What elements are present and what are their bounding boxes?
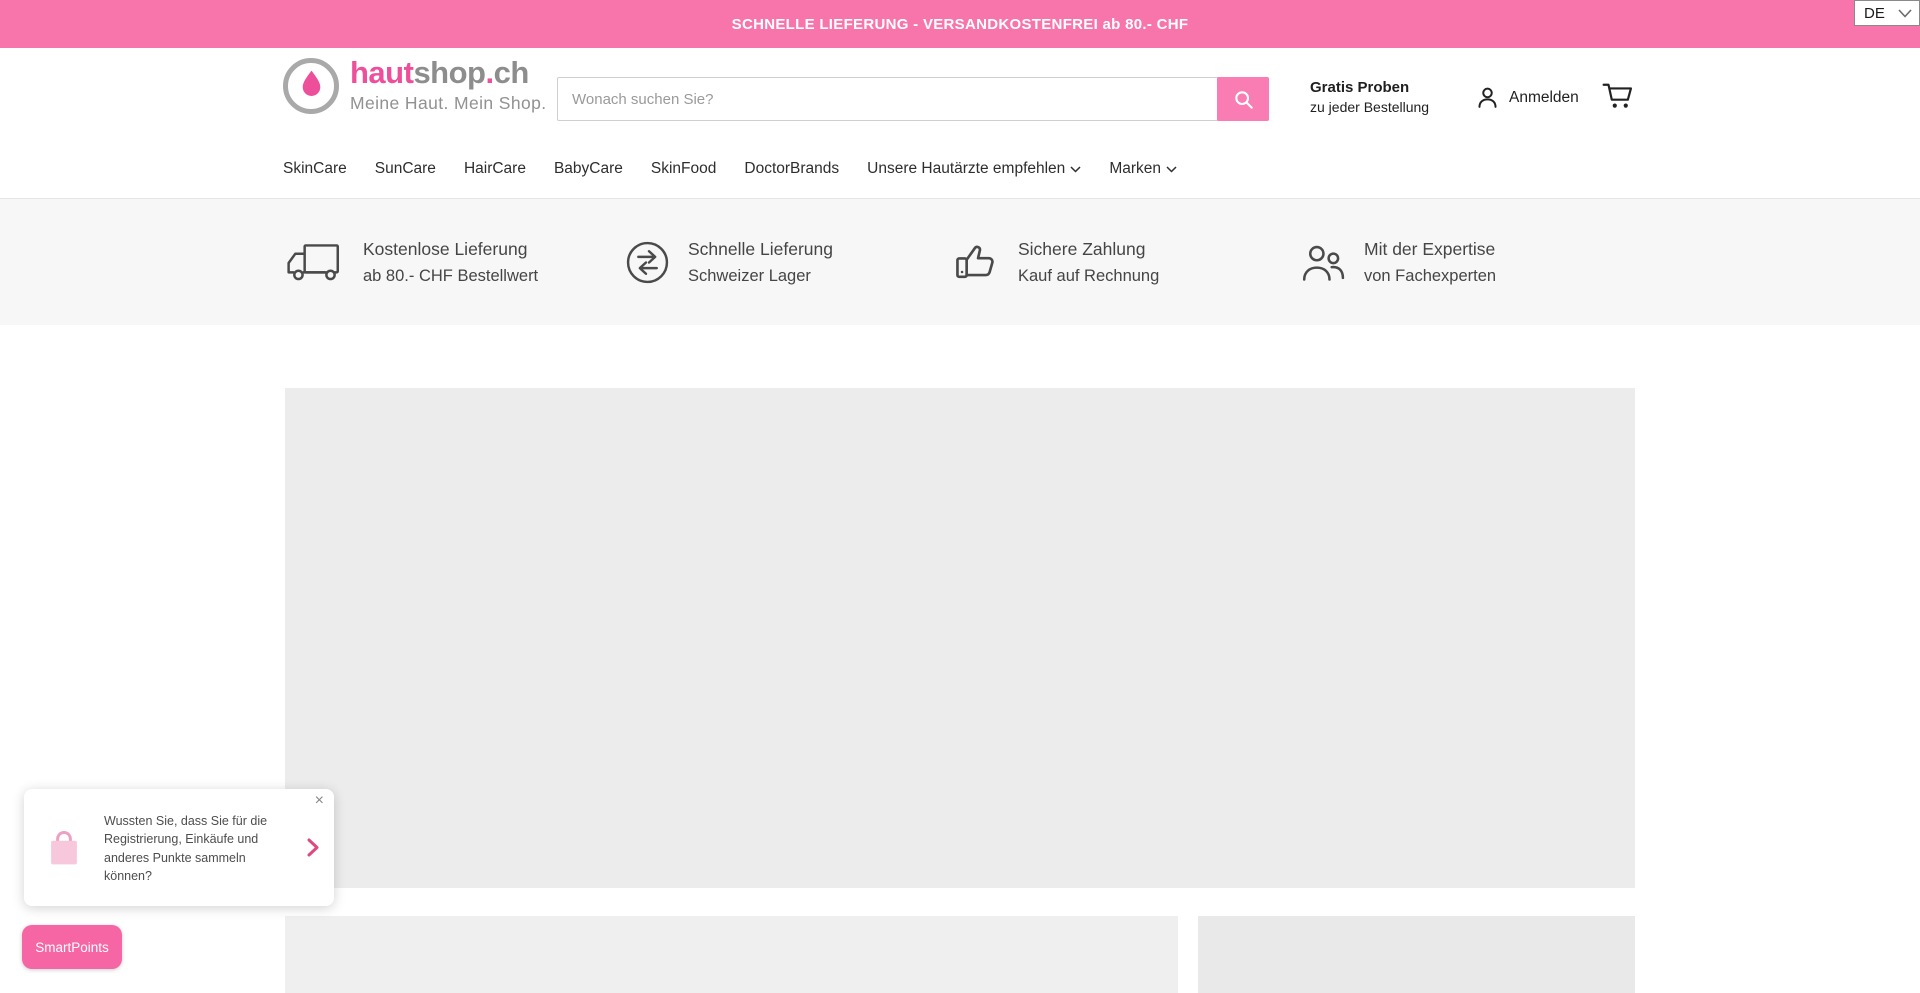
usp-free-delivery: Kostenlose Lieferung ab 80.- CHF Bestell…	[285, 199, 538, 326]
usp-title: Kostenlose Lieferung	[363, 236, 538, 263]
usp-subtitle: Schweizer Lager	[688, 263, 833, 290]
logo-tagline: Meine Haut. Mein Shop.	[350, 93, 547, 114]
search-bar	[557, 77, 1269, 121]
page: SCHNELLE LIEFERUNG - VERSANDKOSTENFREI a…	[0, 0, 1920, 993]
shopping-bag-icon	[46, 829, 82, 871]
close-icon[interactable]: ×	[315, 793, 324, 809]
logo[interactable]: hautshop.ch Meine Haut. Mein Shop.	[283, 57, 547, 114]
chevron-down-icon	[1898, 9, 1912, 18]
chevron-down-icon	[1166, 166, 1177, 173]
exchange-arrows-icon	[625, 240, 670, 285]
usp-title: Mit der Expertise	[1364, 236, 1496, 263]
chevron-right-icon[interactable]	[307, 838, 319, 862]
experts-icon	[1302, 244, 1346, 282]
nav-item-skinfood[interactable]: SkinFood	[651, 160, 716, 178]
thumbs-up-icon	[954, 241, 1000, 285]
hero-image-placeholder	[285, 388, 1635, 888]
promo-subtitle: zu jeder Bestellung	[1310, 98, 1429, 117]
content-block-left-placeholder	[285, 916, 1178, 993]
usp-title: Schnelle Lieferung	[688, 236, 833, 263]
promo-banner: SCHNELLE LIEFERUNG - VERSANDKOSTENFREI a…	[0, 0, 1920, 48]
cart-button[interactable]	[1602, 81, 1635, 115]
content-block-right-placeholder	[1198, 916, 1635, 993]
main-nav: SkinCare SunCare HairCare BabyCare SkinF…	[283, 160, 1177, 178]
usp-subtitle: ab 80.- CHF Bestellwert	[363, 263, 538, 290]
logo-text: hautshop.ch Meine Haut. Mein Shop.	[350, 57, 547, 114]
nav-item-babycare[interactable]: BabyCare	[554, 160, 623, 178]
smartpoints-label: SmartPoints	[35, 940, 109, 955]
promo-banner-text: SCHNELLE LIEFERUNG - VERSANDKOSTENFREI a…	[732, 16, 1189, 33]
usp-fast-delivery: Schnelle Lieferung Schweizer Lager	[625, 199, 833, 326]
cart-icon	[1602, 81, 1635, 110]
login-label: Anmelden	[1509, 89, 1579, 107]
nav-item-marken[interactable]: Marken	[1109, 160, 1177, 178]
header-promo: Gratis Proben zu jeder Bestellung	[1310, 79, 1429, 117]
nav-item-haircare[interactable]: HairCare	[464, 160, 526, 178]
brand-name: hautshop.ch	[350, 57, 547, 88]
nav-item-skincare[interactable]: SkinCare	[283, 160, 347, 178]
usp-experts: Mit der Expertise von Fachexperten	[1302, 199, 1496, 326]
search-icon	[1232, 88, 1255, 111]
smartpoints-button[interactable]: SmartPoints	[22, 925, 122, 969]
usp-secure-payment: Sichere Zahlung Kauf auf Rechnung	[954, 199, 1159, 326]
search-input[interactable]	[557, 77, 1269, 121]
truck-icon	[285, 242, 345, 283]
nav-item-hautaerzte-empfehlen[interactable]: Unsere Hautärzte empfehlen	[867, 160, 1081, 178]
search-button[interactable]	[1217, 77, 1269, 121]
nav-item-suncare[interactable]: SunCare	[375, 160, 436, 178]
loyalty-popup: × Wussten Sie, dass Sie für die Registri…	[24, 789, 334, 906]
usp-subtitle: von Fachexperten	[1364, 263, 1496, 290]
usp-strip: Kostenlose Lieferung ab 80.- CHF Bestell…	[0, 198, 1920, 325]
usp-title: Sichere Zahlung	[1018, 236, 1159, 263]
login-link[interactable]: Anmelden	[1475, 85, 1579, 110]
language-selector[interactable]: DE	[1854, 0, 1920, 26]
user-icon	[1475, 85, 1500, 110]
usp-subtitle: Kauf auf Rechnung	[1018, 263, 1159, 290]
promo-title: Gratis Proben	[1310, 79, 1429, 98]
nav-item-doctorbrands[interactable]: DoctorBrands	[744, 160, 839, 178]
loyalty-popup-text: Wussten Sie, dass Sie für die Registrier…	[104, 812, 276, 885]
logo-droplet-icon	[283, 58, 339, 114]
language-selected: DE	[1864, 5, 1885, 22]
chevron-down-icon	[1070, 166, 1081, 173]
